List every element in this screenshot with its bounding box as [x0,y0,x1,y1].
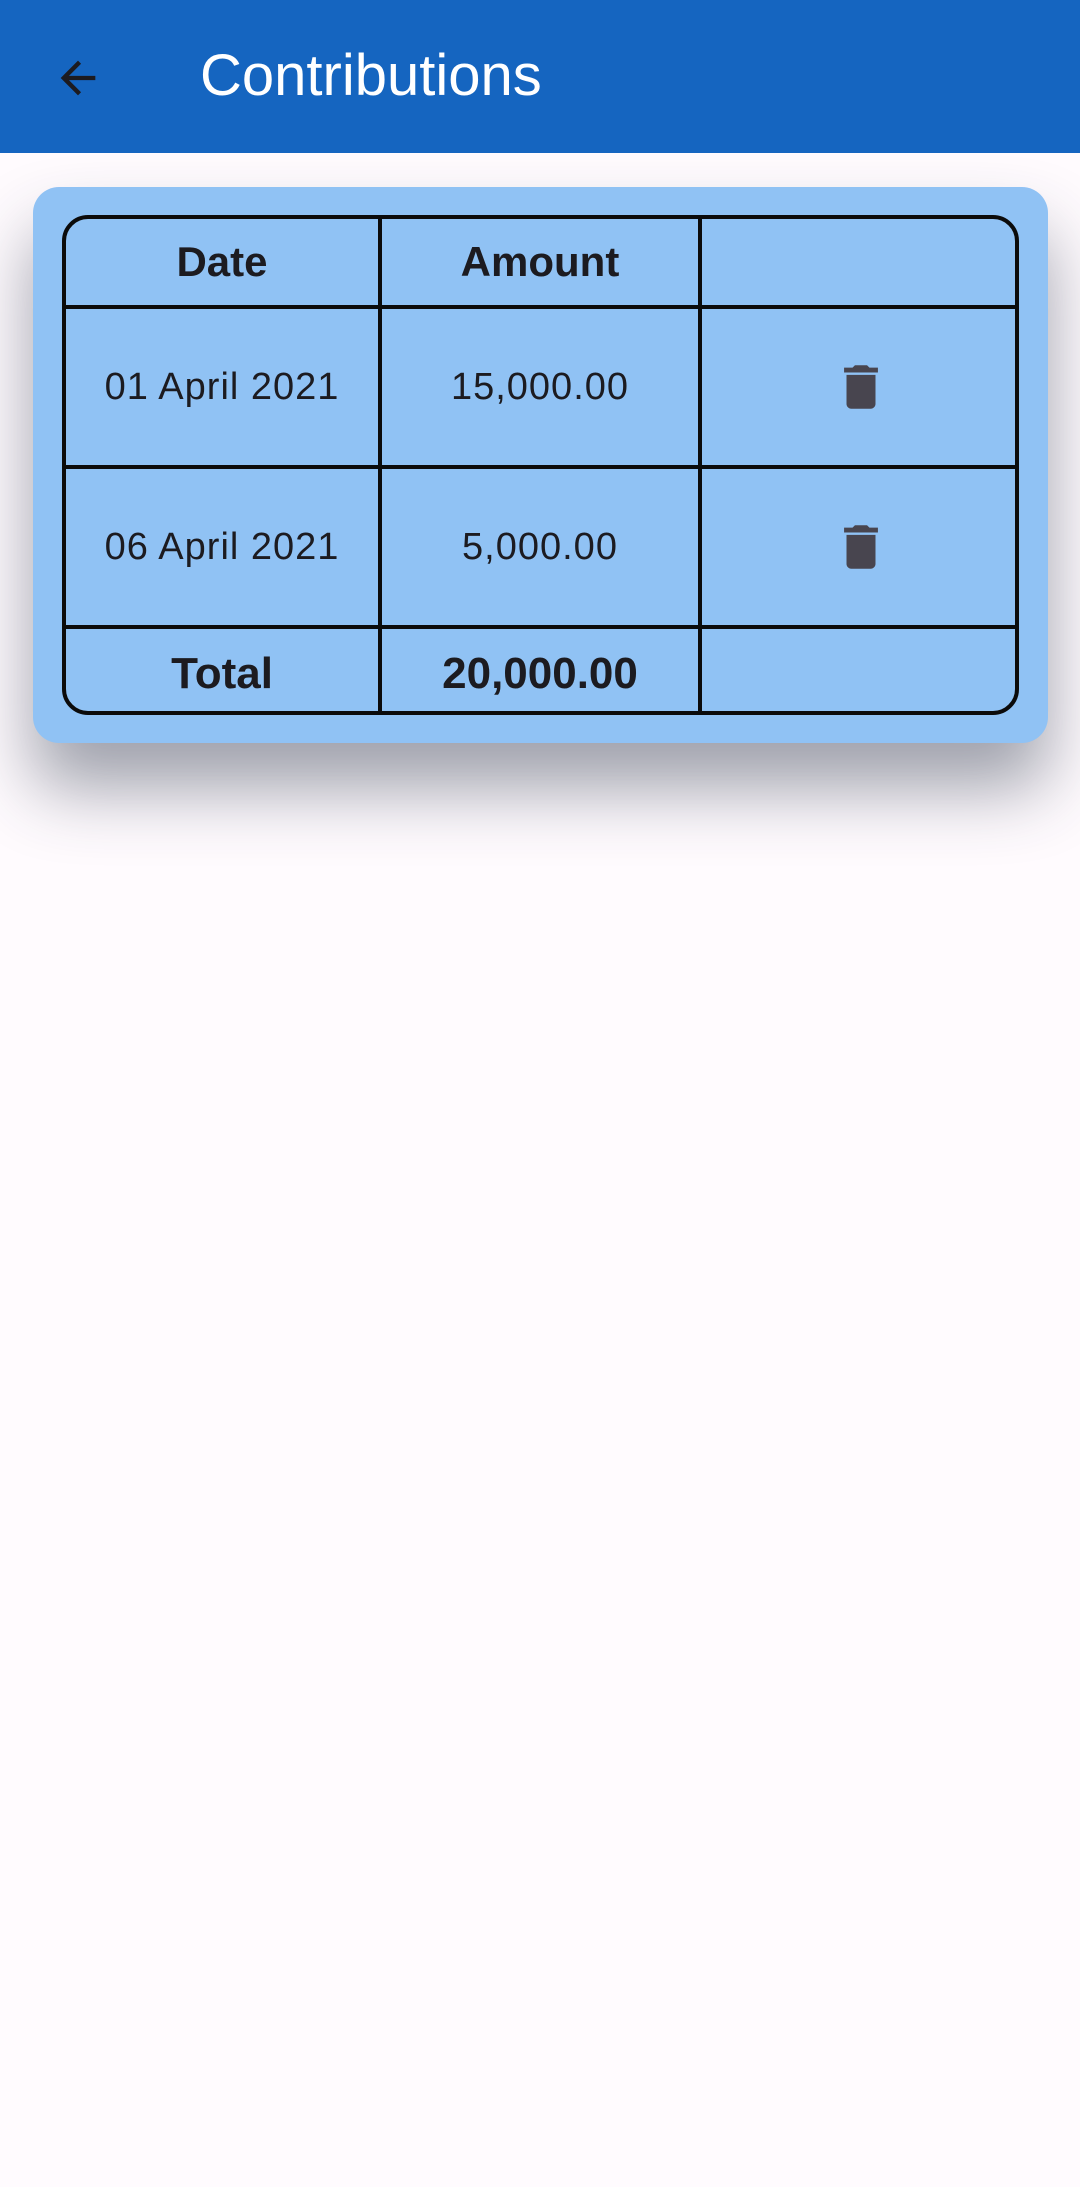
total-label-cell: Total [66,629,382,711]
header-date-cell: Date [66,219,382,305]
total-label: Total [171,649,273,698]
contribution-date: 01 April 2021 [104,365,340,408]
contributions-card: Date Amount 01 April 2021 15,000.00 06 A… [33,187,1048,743]
amount-cell: 15,000.00 [382,309,702,465]
back-button[interactable] [38,38,118,118]
total-amount: 20,000.00 [442,649,638,698]
action-cell [702,309,1015,465]
arrow-back-icon [60,60,96,96]
table-header-row: Date Amount [66,219,1015,309]
action-cell [702,469,1015,625]
trash-icon [843,365,878,409]
page-title: Contributions [200,43,542,108]
app-bar: Contributions [0,0,1080,153]
delete-button[interactable] [831,517,891,577]
header-action-cell [702,219,1015,305]
header-amount-cell: Amount [382,219,702,305]
date-cell: 06 April 2021 [66,469,382,625]
table-row: 06 April 2021 5,000.00 [66,469,1015,629]
header-amount: Amount [460,238,620,285]
table-total-row: Total 20,000.00 [66,629,1015,711]
date-cell: 01 April 2021 [66,309,382,465]
total-empty-cell [702,629,1015,711]
amount-cell: 5,000.00 [382,469,702,625]
header-date: Date [176,238,268,285]
trash-icon [843,525,878,569]
delete-button[interactable] [831,357,891,417]
contribution-date: 06 April 2021 [104,525,340,568]
contributions-table: Date Amount 01 April 2021 15,000.00 06 A… [62,215,1019,715]
contribution-amount: 15,000.00 [450,365,630,408]
total-amount-cell: 20,000.00 [382,629,702,711]
contribution-amount: 5,000.00 [462,525,618,568]
table-row: 01 April 2021 15,000.00 [66,309,1015,469]
